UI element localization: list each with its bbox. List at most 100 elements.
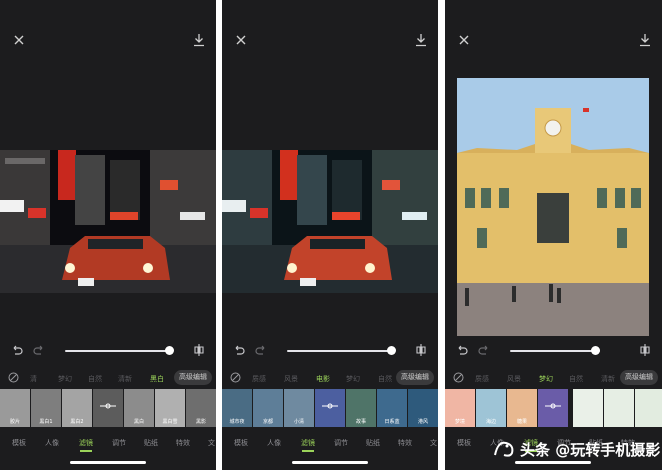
- tab-text[interactable]: 文: [430, 438, 437, 448]
- filter-thumb[interactable]: 糖果: [507, 389, 537, 427]
- filter-category[interactable]: 自然: [88, 374, 102, 384]
- tab-effect[interactable]: 特效: [176, 438, 190, 448]
- filter-thumb[interactable]: [604, 389, 634, 427]
- photo-preview[interactable]: [0, 150, 216, 293]
- redo-icon[interactable]: [254, 344, 268, 358]
- filter-category[interactable]: 风景: [507, 374, 521, 384]
- close-icon[interactable]: [234, 33, 248, 47]
- filter-category[interactable]: 自然: [378, 374, 392, 384]
- filter-thumb[interactable]: [635, 389, 662, 427]
- filter-thumb[interactable]: 黑白1: [31, 389, 61, 427]
- filter-thumb[interactable]: 小清: [284, 389, 314, 427]
- download-icon[interactable]: [414, 32, 428, 48]
- filter-category[interactable]: 梦幻: [346, 374, 360, 384]
- tab-sticker[interactable]: 贴纸: [366, 438, 380, 448]
- filter-thumb[interactable]: 港风: [408, 389, 438, 427]
- compare-icon[interactable]: [638, 343, 652, 357]
- filter-thumb-label: 城市夜: [229, 419, 245, 425]
- watermark-text: 头条 @玩转手机摄影: [520, 441, 661, 459]
- advanced-edit-button[interactable]: 高级编辑: [620, 370, 658, 385]
- filter-category[interactable]: 自然: [569, 374, 583, 384]
- intensity-slider-knob[interactable]: [165, 346, 174, 355]
- filter-category[interactable]: 清: [30, 374, 37, 384]
- intensity-slider-track[interactable]: [65, 350, 169, 352]
- filter-thumb-selected[interactable]: [538, 389, 568, 427]
- filter-thumb[interactable]: 梦境: [445, 389, 475, 427]
- tab-sticker[interactable]: 贴纸: [144, 438, 158, 448]
- tab-filter[interactable]: 滤镜: [301, 438, 315, 448]
- filter-thumb[interactable]: [573, 389, 603, 427]
- photo-preview[interactable]: [457, 78, 649, 336]
- filter-category[interactable]: 风景: [284, 374, 298, 384]
- intensity-slider-track[interactable]: [287, 350, 391, 352]
- download-icon[interactable]: [192, 32, 206, 48]
- filter-thumb[interactable]: 胶片: [0, 389, 30, 427]
- filter-thumb[interactable]: 黑白雪: [155, 389, 185, 427]
- download-icon[interactable]: [638, 32, 652, 48]
- filter-thumb[interactable]: 京都: [253, 389, 283, 427]
- adjust-slider-icon: [322, 403, 338, 409]
- filter-thumb-selected[interactable]: [93, 389, 123, 427]
- intensity-slider-knob[interactable]: [387, 346, 396, 355]
- no-filter-icon[interactable]: [453, 372, 464, 383]
- tab-text[interactable]: 文: [208, 438, 215, 448]
- filter-category[interactable]: 质感: [252, 374, 266, 384]
- intensity-slider-track[interactable]: [510, 350, 600, 352]
- filter-category-active[interactable]: 黑白: [150, 374, 164, 384]
- tab-filter[interactable]: 滤镜: [79, 438, 93, 448]
- tab-portrait[interactable]: 人像: [45, 438, 59, 448]
- bottom-tab-bar: 模板 人像 滤镜 调节 贴纸 特效 文: [222, 436, 438, 452]
- filter-thumb-label: 梦境: [454, 419, 465, 425]
- active-tab-indicator: [80, 450, 92, 452]
- filter-category[interactable]: 清新: [601, 374, 615, 384]
- compare-icon[interactable]: [192, 343, 206, 357]
- intensity-slider-row: [0, 340, 216, 362]
- undo-icon[interactable]: [232, 344, 246, 358]
- no-filter-icon[interactable]: [230, 372, 241, 383]
- tab-template[interactable]: 模板: [457, 438, 471, 448]
- filter-thumb[interactable]: 黑白2: [62, 389, 92, 427]
- redo-icon[interactable]: [32, 344, 46, 358]
- compare-icon[interactable]: [414, 343, 428, 357]
- filter-thumb[interactable]: 故事: [346, 389, 376, 427]
- advanced-edit-button[interactable]: 高级编辑: [174, 370, 212, 385]
- filter-thumb-label: 港风: [417, 419, 428, 425]
- filter-thumb[interactable]: 城市夜: [222, 389, 252, 427]
- filter-thumb[interactable]: 黑白: [124, 389, 154, 427]
- filter-category[interactable]: 质感: [475, 374, 489, 384]
- filter-thumb-label: 黑白: [133, 419, 144, 425]
- editor-screen-2: 质感 风景 电影 梦幻 自然 高级编辑 城市夜 京都 小清 故事 日系蓝 港风 …: [222, 0, 438, 470]
- filter-category-active[interactable]: 电影: [316, 374, 330, 384]
- watermark: 头条 @玩转手机摄影: [490, 434, 662, 462]
- intensity-slider-row: [445, 340, 662, 362]
- no-filter-icon[interactable]: [8, 372, 19, 383]
- dragon-logo-icon: [494, 441, 514, 457]
- undo-icon[interactable]: [10, 344, 24, 358]
- tab-portrait[interactable]: 人像: [267, 438, 281, 448]
- filter-thumb-label: 京都: [262, 419, 273, 425]
- filter-thumb-label: 海边: [485, 419, 496, 425]
- filter-thumb[interactable]: 黑影: [186, 389, 216, 427]
- tab-adjust[interactable]: 调节: [334, 438, 348, 448]
- filter-category[interactable]: 梦幻: [58, 374, 72, 384]
- close-icon[interactable]: [12, 33, 26, 47]
- photo-preview[interactable]: [222, 150, 438, 293]
- undo-icon[interactable]: [455, 344, 469, 358]
- intensity-slider-knob[interactable]: [591, 346, 600, 355]
- filter-thumb[interactable]: 日系蓝: [377, 389, 407, 427]
- redo-icon[interactable]: [477, 344, 491, 358]
- filter-category[interactable]: 清新: [118, 374, 132, 384]
- tab-template[interactable]: 模板: [12, 438, 26, 448]
- filter-category-row: 质感 风景 梦幻 自然 清新 高级编辑: [445, 369, 662, 387]
- advanced-edit-button[interactable]: 高级编辑: [396, 370, 434, 385]
- tab-effect[interactable]: 特效: [398, 438, 412, 448]
- filter-thumbnails: 胶片 黑白1 黑白2 黑白 黑白雪 黑影: [0, 389, 216, 427]
- close-icon[interactable]: [457, 33, 471, 47]
- tab-template[interactable]: 模板: [234, 438, 248, 448]
- filter-thumb[interactable]: 海边: [476, 389, 506, 427]
- filter-thumb-label: 小清: [293, 419, 304, 425]
- filter-thumb-selected[interactable]: [315, 389, 345, 427]
- filter-category-active[interactable]: 梦幻: [539, 374, 553, 384]
- bottom-tab-bar: 模板 人像 滤镜 调节 贴纸 特效 文: [0, 436, 216, 452]
- tab-adjust[interactable]: 调节: [112, 438, 126, 448]
